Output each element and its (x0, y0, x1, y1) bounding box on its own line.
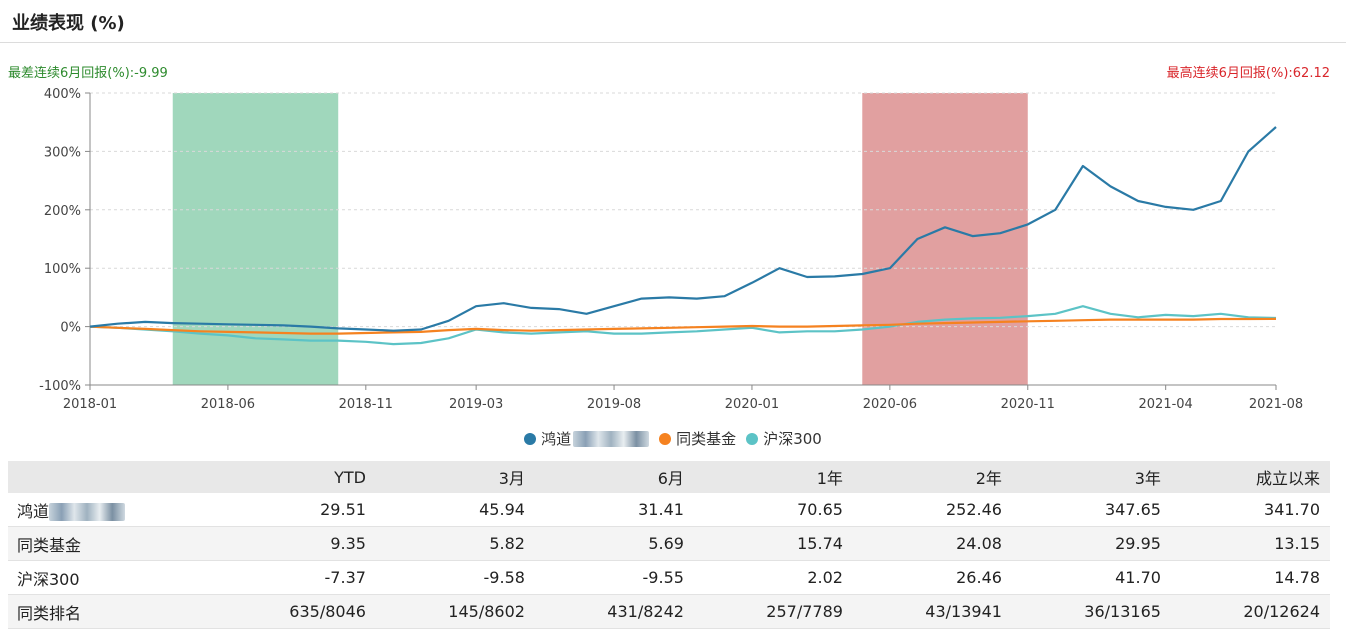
page-title: 业绩表现 (%) (12, 13, 125, 34)
redacted-name-image (573, 430, 650, 447)
legend-label: 鸿道 (541, 430, 572, 448)
table-cell: 5.82 (375, 526, 535, 561)
row-label: 同类基金 (8, 526, 217, 561)
column-header: 成立以来 (1170, 461, 1330, 493)
table-cell: 29.95 (1011, 526, 1171, 561)
table-header-row: YTD 3月 6月 1年 2年 3年 成立以来 (8, 461, 1330, 493)
table-cell: 13.15 (1170, 526, 1330, 561)
table-row: 沪深300 -7.37 -9.58 -9.55 2.02 26.46 41.70 14.78 (8, 560, 1330, 595)
legend-item-fund[interactable]: 鸿道 (524, 428, 650, 449)
x-tick-label: 2018-06 (201, 397, 255, 412)
table-cell: 24.08 (852, 526, 1012, 561)
table-cell: -7.37 (216, 560, 376, 595)
table-cell: -9.58 (375, 560, 535, 595)
best-period-band (862, 93, 1028, 385)
column-header: 1年 (693, 461, 853, 493)
table-cell: 45.94 (375, 493, 535, 527)
column-header: 2年 (852, 461, 1012, 493)
y-tick-label: 200% (44, 204, 81, 219)
table-row: 同类基金 9.35 5.82 5.69 15.74 24.08 29.95 13.15 (8, 526, 1330, 561)
table-cell: 20/12624 (1170, 594, 1330, 629)
column-header: 3月 (375, 461, 535, 493)
x-tick-label: 2019-03 (449, 397, 503, 412)
table-cell: 41.70 (1011, 560, 1171, 595)
table-cell: 29.51 (216, 493, 376, 527)
legend-label: 沪深300 (763, 430, 822, 448)
column-header (8, 461, 217, 493)
row-label: 同类排名 (8, 594, 217, 629)
table-cell: 257/7789 (693, 594, 853, 629)
table-cell: 43/13941 (852, 594, 1012, 629)
x-tick-label: 2020-01 (725, 397, 779, 412)
performance-chart: -100% 0% 100% 200% 300% 400% 2018-01 2018-06 201… (39, 87, 1303, 412)
column-header: 3年 (1011, 461, 1171, 493)
table-cell: 347.65 (1011, 493, 1171, 527)
column-header: 6月 (534, 461, 694, 493)
x-tick-label: 2021-08 (1249, 397, 1303, 412)
x-tick-label: 2020-11 (1001, 397, 1055, 412)
legend-item-peer[interactable]: 同类基金 (659, 428, 736, 449)
table-row: 鸿道 29.51 45.94 31.41 70.65 252.46 347.65 341.70 (8, 493, 1330, 527)
table-cell: 15.74 (693, 526, 853, 561)
y-tick-label: 0% (60, 321, 81, 336)
table-cell: 70.65 (693, 493, 853, 527)
table-cell: 635/8046 (216, 594, 376, 629)
performance-table: YTD 3月 6月 1年 2年 3年 成立以来 鸿道 29.51 45.94 31.41 70.65… (8, 461, 1330, 629)
x-tick-label: 2021-04 (1139, 397, 1193, 412)
worst-6m-return: 最差连续6月回报(%):-9.99 (8, 66, 168, 81)
table-cell: -9.55 (534, 560, 694, 595)
y-tick-label: 300% (44, 145, 81, 160)
table-cell: 252.46 (852, 493, 1012, 527)
table-row: 同类排名 635/8046 145/8602 431/8242 257/7789 43/1… (8, 594, 1330, 629)
legend-marker (746, 432, 759, 445)
chart-legend: 鸿道 同类基金 沪深300 (0, 428, 1346, 449)
table-cell: 5.69 (534, 526, 694, 561)
row-label: 沪深300 (8, 560, 217, 595)
table-cell: 9.35 (216, 526, 376, 561)
table-cell: 26.46 (852, 560, 1012, 595)
redacted-name-image (49, 503, 126, 521)
legend-label: 同类基金 (676, 430, 737, 448)
x-tick-label: 2018-01 (63, 397, 117, 412)
table-cell: 341.70 (1170, 493, 1330, 527)
legend-marker (524, 432, 537, 445)
x-tick-label: 2019-08 (587, 397, 641, 412)
table-cell: 31.41 (534, 493, 694, 527)
row-label: 鸿道 (8, 493, 217, 527)
table-cell: 2.02 (693, 560, 853, 595)
y-tick-label: 100% (44, 262, 81, 277)
table-cell: 145/8602 (375, 594, 535, 629)
table-cell: 36/13165 (1011, 594, 1171, 629)
table-cell: 431/8242 (534, 594, 694, 629)
y-tick-label: -100% (39, 379, 81, 394)
legend-marker (659, 432, 672, 445)
column-header: YTD (216, 461, 376, 493)
y-tick-label: 400% (44, 87, 81, 102)
x-tick-label: 2018-11 (339, 397, 393, 412)
best-6m-return: 最高连续6月回报(%):62.12 (1166, 66, 1330, 81)
legend-item-index[interactable]: 沪深300 (746, 428, 822, 449)
panel-header: 业绩表现 (%) (0, 0, 1346, 43)
x-tick-label: 2020-06 (863, 397, 917, 412)
table-cell: 14.78 (1170, 560, 1330, 595)
